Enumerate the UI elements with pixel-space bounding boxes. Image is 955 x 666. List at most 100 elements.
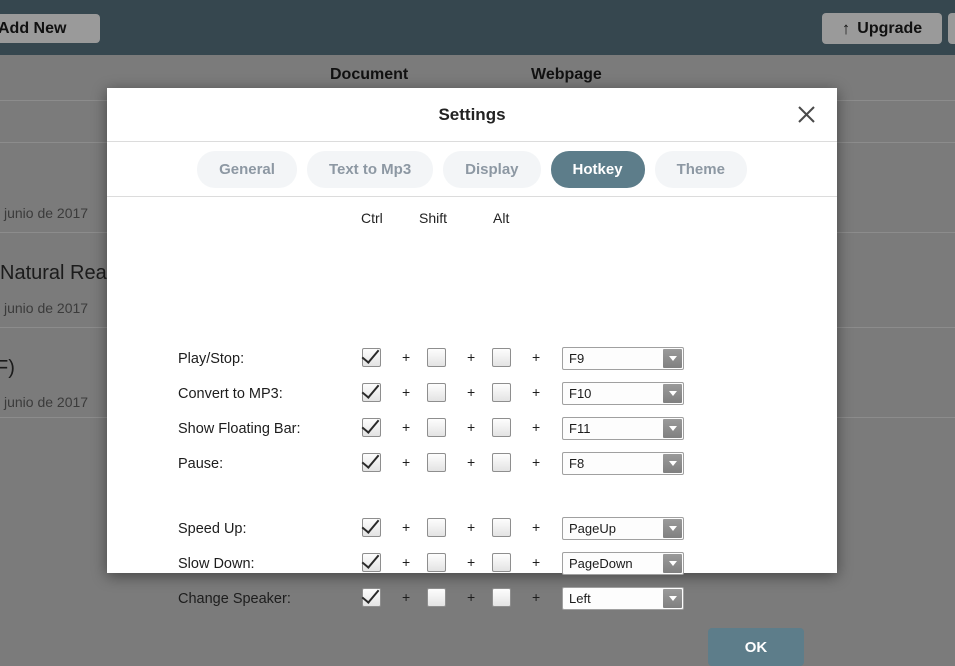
plus-separator: + — [532, 454, 541, 470]
ctrl-checkbox[interactable] — [362, 518, 381, 537]
tab-label: Display — [465, 160, 519, 178]
alt-checkbox[interactable] — [492, 383, 511, 402]
modifier-column-headers: Ctrl Shift Alt — [107, 210, 837, 230]
hotkey-label: Change Speaker: — [178, 591, 291, 607]
hotkey-row: Play/Stop: + + + F9 — [107, 347, 837, 375]
plus-separator: + — [467, 589, 476, 605]
list-item-title: Natural Read — [0, 262, 118, 284]
key-dropdown[interactable]: F10 — [562, 382, 684, 405]
alt-checkbox[interactable] — [492, 348, 511, 367]
key-dropdown-value: F9 — [569, 351, 585, 366]
plus-separator: + — [532, 419, 541, 435]
tab-label: Hotkey — [572, 160, 623, 178]
hotkey-row: Convert to MP3: + + + F10 — [107, 382, 837, 410]
upgrade-button[interactable]: ↑ Upgrade — [822, 13, 942, 44]
shift-checkbox[interactable] — [427, 383, 446, 402]
ctrl-checkbox[interactable] — [362, 553, 381, 572]
add-new-button[interactable]: Add New — [0, 14, 100, 43]
key-dropdown-value: F11 — [569, 421, 591, 436]
key-dropdown-value: F8 — [569, 456, 585, 471]
tab-text-to-mp3[interactable]: Text to Mp3 — [306, 150, 434, 188]
hotkey-row: Slow Down: + + + PageDown — [107, 552, 837, 580]
chevron-down-icon[interactable] — [663, 349, 682, 368]
ctrl-checkbox[interactable] — [362, 588, 381, 607]
key-dropdown-value: Left — [569, 591, 591, 606]
hotkey-panel: Ctrl Shift Alt Play/Stop: + + + F9 Conve… — [107, 197, 837, 666]
tab-display[interactable]: Display — [443, 150, 541, 188]
list-item-title: F) — [0, 357, 15, 379]
chevron-down-icon[interactable] — [663, 384, 682, 403]
list-item-date: junio de 2017 — [4, 205, 89, 221]
modifier-header-ctrl: Ctrl — [361, 210, 383, 226]
shift-checkbox[interactable] — [427, 518, 446, 537]
shift-checkbox[interactable] — [427, 348, 446, 367]
plus-separator: + — [402, 454, 411, 470]
key-dropdown[interactable]: F9 — [562, 347, 684, 370]
add-new-label: Add New — [0, 19, 67, 37]
list-item-date: junio de 2017 — [4, 394, 89, 410]
settings-tab-bar: General Text to Mp3 Display Hotkey Theme — [107, 142, 837, 197]
ctrl-checkbox[interactable] — [362, 418, 381, 437]
ok-button[interactable]: OK — [708, 628, 804, 666]
key-dropdown-value: PageUp — [569, 521, 616, 536]
tab-general[interactable]: General — [197, 150, 297, 188]
alt-checkbox[interactable] — [492, 453, 511, 472]
upgrade-label: Upgrade — [857, 19, 923, 37]
plus-separator: + — [467, 454, 476, 470]
ctrl-checkbox[interactable] — [362, 348, 381, 367]
modifier-header-alt: Alt — [493, 210, 510, 226]
hotkey-row: Pause: + + + F8 — [107, 452, 837, 480]
key-dropdown[interactable]: PageDown — [562, 552, 684, 575]
overflow-button[interactable] — [948, 13, 955, 44]
plus-separator: + — [532, 519, 541, 535]
settings-dialog: Settings General Text to Mp3 Display Hot… — [107, 88, 837, 666]
plus-separator: + — [532, 384, 541, 400]
chevron-down-icon[interactable] — [663, 519, 682, 538]
shift-checkbox[interactable] — [427, 453, 446, 472]
plus-separator: + — [467, 384, 476, 400]
chevron-down-icon[interactable] — [663, 419, 682, 438]
chevron-down-icon[interactable] — [663, 454, 682, 473]
arrow-up-icon: ↑ — [841, 19, 851, 38]
hotkey-label: Show Floating Bar: — [178, 421, 301, 437]
tab-label: General — [219, 160, 275, 178]
dialog-header: Settings — [107, 88, 837, 142]
dialog-title: Settings — [438, 105, 506, 124]
tab-label: Text to Mp3 — [328, 160, 412, 178]
tab-label: Theme — [676, 160, 725, 178]
key-dropdown[interactable]: Left — [562, 587, 684, 610]
shift-checkbox[interactable] — [427, 588, 446, 607]
alt-checkbox[interactable] — [492, 553, 511, 572]
column-header-document: Document — [330, 66, 409, 83]
plus-separator: + — [402, 589, 411, 605]
shift-checkbox[interactable] — [427, 418, 446, 437]
plus-separator: + — [402, 554, 411, 570]
hotkey-row: Show Floating Bar: + + + F11 — [107, 417, 837, 445]
hotkey-label: Pause: — [178, 456, 224, 472]
chevron-down-icon[interactable] — [663, 589, 682, 608]
plus-separator: + — [402, 384, 411, 400]
plus-separator: + — [402, 419, 411, 435]
modifier-header-shift: Shift — [419, 210, 448, 226]
key-dropdown[interactable]: F8 — [562, 452, 684, 475]
key-dropdown-value: PageDown — [569, 556, 633, 571]
close-icon[interactable] — [791, 99, 821, 129]
tab-theme[interactable]: Theme — [654, 150, 747, 188]
key-dropdown[interactable]: F11 — [562, 417, 684, 440]
hotkey-label: Convert to MP3: — [178, 386, 283, 402]
shift-checkbox[interactable] — [427, 553, 446, 572]
chevron-down-icon[interactable] — [663, 554, 682, 573]
tab-hotkey[interactable]: Hotkey — [550, 150, 645, 188]
alt-checkbox[interactable] — [492, 418, 511, 437]
plus-separator: + — [402, 519, 411, 535]
ctrl-checkbox[interactable] — [362, 453, 381, 472]
plus-separator: + — [467, 349, 476, 365]
plus-separator: + — [532, 554, 541, 570]
alt-checkbox[interactable] — [492, 518, 511, 537]
ctrl-checkbox[interactable] — [362, 383, 381, 402]
plus-separator: + — [532, 349, 541, 365]
hotkey-row: Change Speaker: + + + Left — [107, 587, 837, 615]
alt-checkbox[interactable] — [492, 588, 511, 607]
key-dropdown[interactable]: PageUp — [562, 517, 684, 540]
plus-separator: + — [467, 554, 476, 570]
